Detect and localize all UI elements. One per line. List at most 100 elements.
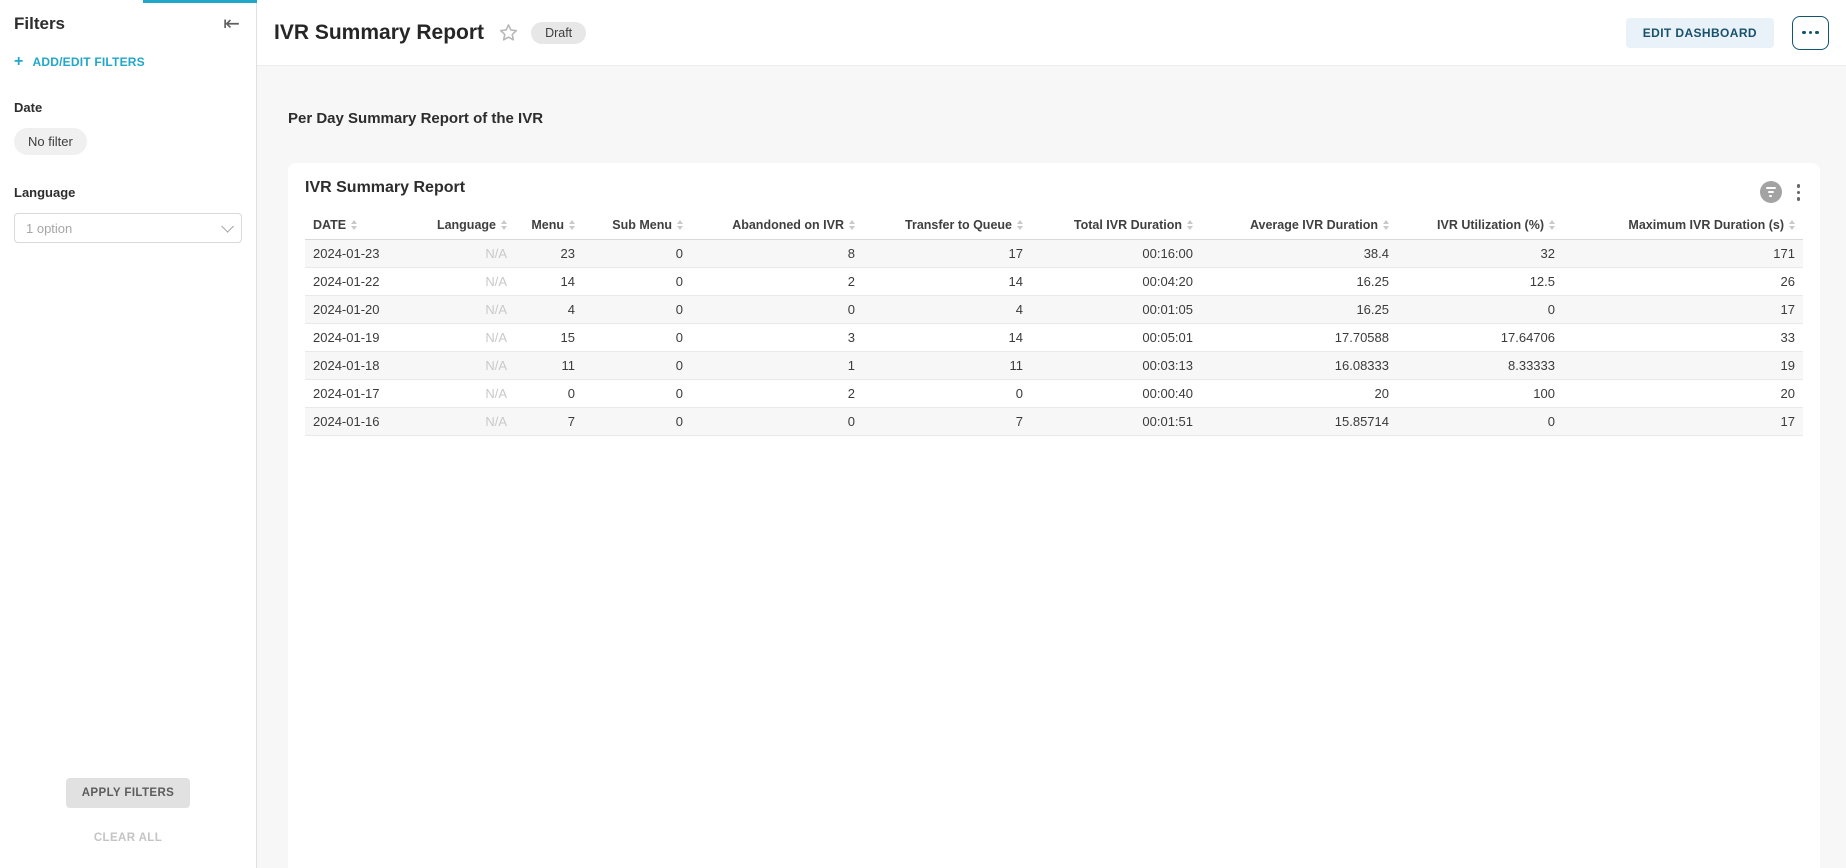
language-select[interactable]: 1 option [14,213,242,243]
table-cell: 14 [863,267,1031,295]
table-row: 2024-01-17N/A002000:00:402010020 [305,379,1803,407]
table-cell: 17 [1563,295,1803,323]
table-cell: 7 [863,407,1031,435]
plus-icon: + [14,54,24,70]
sort-icon[interactable] [1549,220,1555,230]
sort-icon[interactable] [501,220,507,230]
table-cell: 15.85714 [1201,407,1397,435]
sort-icon[interactable] [849,220,855,230]
table-cell: 11 [863,351,1031,379]
table-cell: N/A [427,267,515,295]
table-cell: 2024-01-18 [305,351,427,379]
table-cell: 2024-01-23 [305,239,427,267]
column-header[interactable]: Language [427,216,515,240]
table-cell: 17.64706 [1397,323,1563,351]
filter-label-language: Language [14,185,242,200]
sort-icon[interactable] [569,220,575,230]
filters-title: Filters [14,14,65,34]
table-cell: N/A [427,323,515,351]
table-cell: 2024-01-17 [305,379,427,407]
table-cell: 4 [515,295,583,323]
applied-filters-icon[interactable] [1760,181,1782,203]
column-header-label: IVR Utilization (%) [1437,218,1544,232]
favorite-star-icon[interactable] [499,23,518,42]
table-cell: 8 [691,239,863,267]
column-header[interactable]: Sub Menu [583,216,691,240]
column-header-label: DATE [313,218,346,232]
add-edit-filters-label: ADD/EDIT FILTERS [33,55,145,69]
column-header[interactable]: Transfer to Queue [863,216,1031,240]
language-select-value: 1 option [26,221,72,236]
table-cell: 0 [1397,407,1563,435]
table-cell: 33 [1563,323,1803,351]
table-cell: 00:01:51 [1031,407,1201,435]
ivr-summary-table: DATE Language Menu Sub Menu Abandoned on IVR… [305,216,1803,436]
table-cell: 17 [863,239,1031,267]
column-header[interactable]: Average IVR Duration [1201,216,1397,240]
clear-all-button[interactable]: CLEAR ALL [94,832,162,844]
edit-dashboard-button[interactable]: EDIT DASHBOARD [1626,18,1774,48]
table-row: 2024-01-19N/A15031400:05:0117.7058817.64… [305,323,1803,351]
active-tab-indicator [143,0,257,3]
date-filter-chip[interactable]: No filter [14,128,87,155]
collapse-sidebar-icon[interactable]: ⇤ [223,14,240,34]
table-cell: 0 [583,379,691,407]
table-cell: 11 [515,351,583,379]
sort-icon[interactable] [1789,220,1795,230]
table-cell: 00:05:01 [1031,323,1201,351]
table-cell: 00:03:13 [1031,351,1201,379]
filter-label-date: Date [14,100,242,115]
dashboard-header: IVR Summary Report Draft EDIT DASHBOARD [257,0,1846,66]
table-cell: 3 [691,323,863,351]
column-header[interactable]: DATE [305,216,427,240]
table-cell: 0 [583,351,691,379]
column-header-label: Language [437,218,496,232]
more-options-button[interactable] [1792,16,1829,50]
chart-title: IVR Summary Report [305,179,465,197]
sort-icon[interactable] [1017,220,1023,230]
table-cell: 00:00:40 [1031,379,1201,407]
table-cell: 23 [515,239,583,267]
chart-menu-icon[interactable] [1794,181,1804,204]
table-cell: N/A [427,407,515,435]
table-cell: 0 [583,295,691,323]
column-header[interactable]: Abandoned on IVR [691,216,863,240]
table-cell: 17.70588 [1201,323,1397,351]
table-cell: 8.33333 [1397,351,1563,379]
table-cell: 2 [691,267,863,295]
table-cell: 2024-01-20 [305,295,427,323]
table-cell: 32 [1397,239,1563,267]
filter-group-language: Language 1 option [14,185,242,243]
column-header[interactable]: IVR Utilization (%) [1397,216,1563,240]
table-cell: 0 [691,295,863,323]
column-header[interactable]: Maximum IVR Duration (s) [1563,216,1803,240]
table-cell: 2024-01-19 [305,323,427,351]
table-cell: 15 [515,323,583,351]
sort-icon[interactable] [351,220,357,230]
table-row: 2024-01-20N/A400400:01:0516.25017 [305,295,1803,323]
table-cell: 2024-01-22 [305,267,427,295]
table-cell: 16.25 [1201,267,1397,295]
more-options-icon [1802,31,1806,35]
table-cell: 0 [691,407,863,435]
table-cell: 00:16:00 [1031,239,1201,267]
table-cell: 26 [1563,267,1803,295]
sort-icon[interactable] [1187,220,1193,230]
table-cell: 20 [1201,379,1397,407]
table-cell: 14 [515,267,583,295]
table-cell: 4 [863,295,1031,323]
table-cell: 00:04:20 [1031,267,1201,295]
column-header[interactable]: Menu [515,216,583,240]
column-header-label: Sub Menu [612,218,672,232]
table-cell: 17 [1563,407,1803,435]
column-header-label: Menu [531,218,564,232]
add-edit-filters-button[interactable]: + ADD/EDIT FILTERS [14,54,242,70]
dashboard-content: Per Day Summary Report of the IVR IVR Su… [257,66,1846,868]
table-cell: 1 [691,351,863,379]
column-header-label: Transfer to Queue [905,218,1012,232]
table-cell: 19 [1563,351,1803,379]
column-header[interactable]: Total IVR Duration [1031,216,1201,240]
sort-icon[interactable] [1383,220,1389,230]
sort-icon[interactable] [677,220,683,230]
apply-filters-button[interactable]: APPLY FILTERS [66,778,190,808]
